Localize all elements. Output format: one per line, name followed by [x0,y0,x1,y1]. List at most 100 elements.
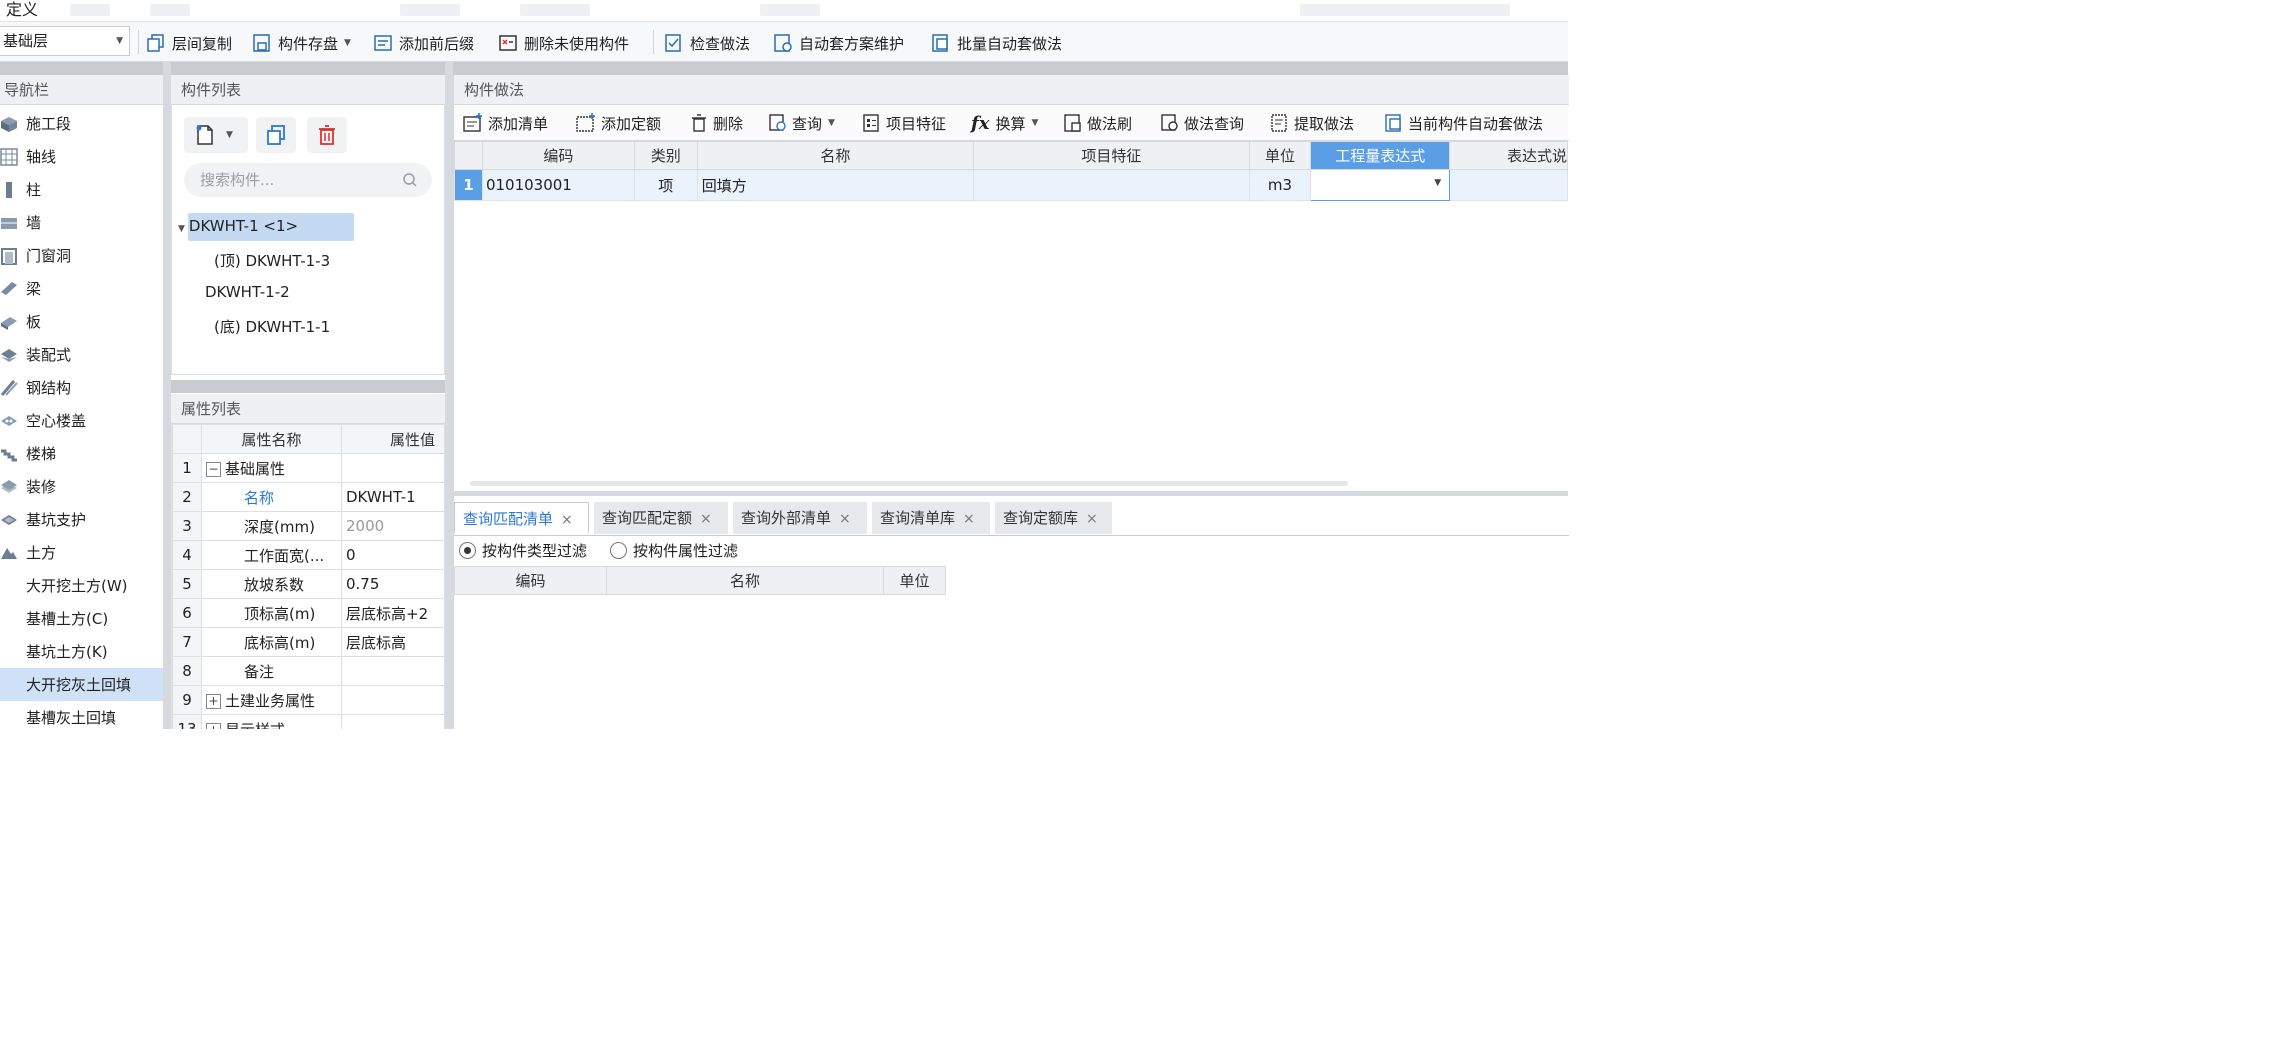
property-value[interactable]: 2000 [341,511,444,541]
expand-icon[interactable]: + [206,722,221,729]
table-row[interactable]: 7 底标高(m) 层底标高 [172,627,444,657]
tab-match-quota[interactable]: 查询匹配定额 × [594,502,728,534]
column-header-code[interactable]: 编码 [481,141,635,170]
horizontal-scrollbar[interactable] [470,481,1348,486]
nav-item-stairs[interactable]: 楼梯 [0,437,163,470]
auto-scheme-button[interactable]: 自动套方案维护 [773,30,904,56]
nav-item-door-window[interactable]: 门窗洞 [0,239,163,272]
table-row[interactable]: 13 + 显示样式 [172,714,444,729]
property-value[interactable] [341,656,444,686]
nav-subitem-trench[interactable]: 基槽土方(C) [0,602,163,635]
column-header-name[interactable]: 名称 [606,566,884,595]
method-query-button[interactable]: 做法查询 [1160,111,1244,135]
method-brush-button[interactable]: 做法刷 [1063,111,1132,135]
column-header-expr-desc[interactable]: 表达式说 [1449,141,1568,170]
save-component-button[interactable]: 构件存盘 ▼ [252,30,351,56]
copy-floor-button[interactable]: 层间复制 [146,30,232,56]
table-row[interactable]: 1 − 基础属性 [172,453,444,483]
splitter[interactable] [445,62,453,729]
property-value[interactable]: DKWHT-1 [341,482,444,512]
tab-quota-library[interactable]: 查询定额库 × [995,502,1112,534]
tab-match-list[interactable]: 查询匹配清单 × [454,502,589,534]
table-row[interactable]: 3 深度(mm) 2000 [172,511,444,541]
nav-item-decoration[interactable]: 装修 [0,470,163,503]
add-quota-button[interactable]: 添加定额 [575,111,661,135]
property-value[interactable] [341,453,444,483]
column-header-feature[interactable]: 项目特征 [973,141,1250,170]
table-row[interactable]: 9 + 土建业务属性 [172,685,444,715]
nav-item-steel[interactable]: 钢结构 [0,371,163,404]
extract-method-button[interactable]: 提取做法 [1270,111,1354,135]
nav-item-beam[interactable]: 梁 [0,272,163,305]
delete-unused-button[interactable]: 删除未使用构件 [498,30,629,56]
query-button[interactable]: 查询 ▼ [768,111,835,135]
feature-cell[interactable] [973,169,1250,201]
tab-external-list[interactable]: 查询外部清单 × [733,502,867,534]
new-component-button[interactable]: ▼ [184,117,248,153]
expr-desc-cell[interactable] [1449,169,1568,201]
column-header-unit[interactable]: 单位 [1248,141,1312,170]
name-cell[interactable]: 回填方 [696,169,975,201]
nav-subitem-trench-backfill[interactable]: 基槽灰土回填 [0,701,163,734]
column-header-code[interactable]: 编码 [454,566,607,595]
filter-by-attr-radio[interactable]: 按构件属性过滤 [610,540,738,561]
tab-list-library[interactable]: 查询清单库 × [872,502,990,534]
add-list-button[interactable]: 添加清单 [462,111,548,135]
check-method-button[interactable]: 检查做法 [664,30,750,56]
expr-cell[interactable]: ▼ [1310,169,1451,201]
filter-by-type-radio[interactable]: 按构件类型过滤 [459,540,587,561]
auto-apply-current-button[interactable]: 当前构件自动套做法 [1384,111,1543,135]
add-prefix-suffix-button[interactable]: 添加前后缀 [373,30,474,56]
nav-item-column[interactable]: 柱 [0,173,163,206]
collapse-icon[interactable]: − [206,461,221,477]
item-feature-button[interactable]: 项目特征 [862,111,946,135]
component-search-input[interactable]: 搜索构件... [184,163,432,197]
table-row[interactable]: 1 010103001 项 回填方 m3 ▼ [454,169,1568,201]
chevron-down-icon[interactable]: ▼ [1434,178,1441,188]
close-icon[interactable]: × [963,511,975,527]
column-header-unit[interactable]: 单位 [883,566,946,595]
close-icon[interactable]: × [839,511,851,527]
property-value[interactable]: 0 [341,540,444,570]
table-row[interactable]: 2 名称 DKWHT-1 [172,482,444,512]
nav-item-hollow-floor[interactable]: 空心楼盖 [0,404,163,437]
tree-item-root[interactable]: ▼ DKWHT-1 <1> [178,217,298,235]
nav-subitem-excavation-backfill[interactable]: 大开挖灰土回填 [0,668,163,701]
table-row[interactable]: 8 备注 [172,656,444,686]
property-value[interactable]: 层底标高 [341,627,444,657]
table-row[interactable]: 5 放坡系数 0.75 [172,569,444,599]
column-header-name[interactable]: 名称 [696,141,975,170]
splitter[interactable] [163,62,171,729]
nav-subitem-excavation[interactable]: 大开挖土方(W) [0,569,163,602]
code-cell[interactable]: 010103001 [481,169,635,201]
tree-item-top[interactable]: (顶) DKWHT-1-3 [214,250,330,271]
floor-select[interactable]: 基础层 ▼ [0,26,130,56]
nav-subitem-pit[interactable]: 基坑土方(K) [0,635,163,668]
nav-item-earthwork[interactable]: 土方 [0,536,163,569]
close-icon[interactable]: × [561,512,573,528]
property-value[interactable]: 0.75 [341,569,444,599]
nav-item-pit-support[interactable]: 基坑支护 [0,503,163,536]
property-value[interactable] [341,685,444,715]
column-header-type[interactable]: 类别 [633,141,698,170]
nav-item-wall[interactable]: 墙 [0,206,163,239]
tree-item-bottom[interactable]: (底) DKWHT-1-1 [214,316,330,337]
expand-icon[interactable]: + [206,693,221,709]
table-row[interactable]: 6 顶标高(m) 层底标高+2 [172,598,444,628]
nav-item-prefab[interactable]: 装配式 [0,338,163,371]
delete-button[interactable]: 删除 [689,111,743,135]
property-value[interactable]: 层底标高+2 [341,598,444,628]
unit-cell[interactable]: m3 [1248,169,1312,201]
table-row[interactable]: 4 工作面宽(... 0 [172,540,444,570]
property-value[interactable] [341,714,444,729]
close-icon[interactable]: × [1086,511,1098,527]
type-cell[interactable]: 项 [633,169,698,201]
nav-item-slab[interactable]: 板 [0,305,163,338]
tree-item-middle[interactable]: DKWHT-1-2 [205,283,290,301]
convert-button[interactable]: fx 换算 ▼ [971,111,1038,135]
nav-item-construction-stage[interactable]: 施工段 [0,107,163,140]
copy-component-button[interactable] [256,117,296,153]
column-header-expr[interactable]: 工程量表达式 [1310,141,1451,170]
delete-component-button[interactable] [307,117,347,153]
nav-item-axis[interactable]: 轴线 [0,140,163,173]
